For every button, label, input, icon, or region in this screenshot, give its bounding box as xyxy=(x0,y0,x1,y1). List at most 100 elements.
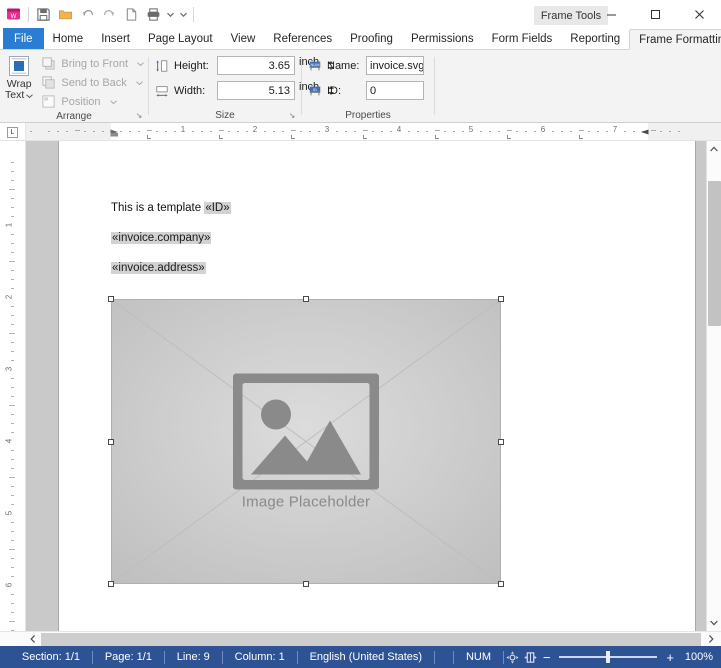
frame-name-input[interactable]: invoice.svgim xyxy=(366,56,424,75)
resize-handle-top-right[interactable] xyxy=(498,296,504,302)
resize-handle-bottom-center[interactable] xyxy=(303,581,309,587)
tab-permissions[interactable]: Permissions xyxy=(402,28,483,49)
status-page[interactable]: Page: 1/1 xyxy=(93,646,164,668)
vertical-ruler[interactable]: 1 2 3 4 5 6 xyxy=(0,141,26,631)
height-input[interactable]: 3.65 xyxy=(217,56,295,75)
tab-proofing[interactable]: Proofing xyxy=(341,28,402,49)
undo-icon[interactable] xyxy=(76,3,98,25)
status-line[interactable]: Line: 9 xyxy=(165,646,222,668)
arrange-dialog-launcher[interactable]: ↘ xyxy=(134,111,144,121)
tab-form-fields[interactable]: Form Fields xyxy=(483,28,562,49)
zoom-slider[interactable] xyxy=(559,650,658,664)
tab-references[interactable]: References xyxy=(264,28,341,49)
resize-handle-bottom-left[interactable] xyxy=(108,581,114,587)
print-dropdown-icon[interactable] xyxy=(164,3,177,25)
ruler-track[interactable]: 1 2 3 4 5 6 7 xyxy=(26,123,721,140)
customize-qat-icon[interactable] xyxy=(177,3,190,25)
tab-home[interactable]: Home xyxy=(44,28,93,49)
application-window: W Frame Tools File Home Insert Page Layo… xyxy=(0,0,721,668)
tab-file[interactable]: File xyxy=(3,28,44,49)
tab-view[interactable]: View xyxy=(222,28,265,49)
status-num-lock[interactable]: NUM xyxy=(454,646,503,668)
ruler-tick xyxy=(11,594,14,595)
merge-field-id[interactable]: «ID» xyxy=(204,202,231,214)
ruler-tab-stop[interactable] xyxy=(507,135,511,139)
position-button[interactable]: Position xyxy=(37,92,148,111)
ruler-tab-stop[interactable] xyxy=(219,135,223,139)
frame-name-icon: NUM xyxy=(309,61,321,70)
open-folder-icon[interactable] xyxy=(54,3,76,25)
height-label: Height: xyxy=(174,59,209,72)
size-dialog-launcher[interactable]: ↘ xyxy=(287,111,297,121)
tab-insert[interactable]: Insert xyxy=(92,28,139,49)
wrap-text-button[interactable]: Wrap Text xyxy=(5,53,34,101)
merge-field-company[interactable]: «invoice.company» xyxy=(111,232,212,244)
image-frame[interactable]: Image Placeholder xyxy=(108,296,504,587)
toolbar-separator xyxy=(28,6,29,22)
resize-handle-top-left[interactable] xyxy=(108,296,114,302)
scroll-up-button[interactable] xyxy=(707,141,721,157)
save-icon[interactable] xyxy=(32,3,54,25)
vertical-scroll-thumb[interactable] xyxy=(708,181,721,326)
new-document-icon[interactable] xyxy=(120,3,142,25)
frame-id-input[interactable]: 0 xyxy=(366,81,424,100)
scroll-right-button[interactable] xyxy=(704,631,718,647)
fit-page-icon[interactable] xyxy=(504,651,522,664)
zoom-slider-knob[interactable] xyxy=(606,651,611,663)
horizontal-scroll-thumb[interactable] xyxy=(41,633,701,646)
ruler-tick xyxy=(11,315,14,316)
resize-handle-middle-left[interactable] xyxy=(108,438,114,445)
right-indent-marker[interactable] xyxy=(640,126,649,138)
scroll-left-button[interactable] xyxy=(26,631,40,647)
resize-handle-bottom-right[interactable] xyxy=(498,581,504,587)
status-section[interactable]: Section: 1/1 xyxy=(10,646,92,668)
resize-handle-top-center[interactable] xyxy=(303,296,309,302)
zoom-level-label[interactable]: 100% xyxy=(677,651,713,663)
scroll-down-button[interactable] xyxy=(707,615,721,631)
document-canvas[interactable]: This is a template «ID» «invoice.company… xyxy=(26,141,706,631)
tab-page-layout[interactable]: Page Layout xyxy=(139,28,222,49)
status-column[interactable]: Column: 1 xyxy=(223,646,297,668)
close-button[interactable] xyxy=(677,0,721,28)
ruler-tab-stop[interactable] xyxy=(291,135,295,139)
merge-field-address[interactable]: «invoice.address» xyxy=(111,262,206,274)
fit-width-icon[interactable] xyxy=(522,651,540,664)
vertical-scrollbar[interactable] xyxy=(706,141,721,631)
app-logo-icon[interactable]: W xyxy=(3,3,25,25)
ruler-tab-stop[interactable] xyxy=(579,135,583,139)
ruler-number: 3 xyxy=(324,125,330,134)
resize-handle-middle-right[interactable] xyxy=(498,438,504,445)
frame-name-value: invoice.svgim xyxy=(370,59,424,72)
print-icon[interactable] xyxy=(142,3,164,25)
send-to-back-button[interactable]: Send to Back xyxy=(37,73,148,92)
document-text-block[interactable]: This is a template «ID» «invoice.company… xyxy=(111,201,591,291)
send-to-back-icon xyxy=(42,76,55,89)
status-language[interactable]: English (United States) xyxy=(298,646,435,668)
maximize-button[interactable] xyxy=(633,0,677,28)
ruler-tab-stop[interactable] xyxy=(147,135,151,139)
redo-icon[interactable] xyxy=(98,3,120,25)
width-input[interactable]: 5.13 xyxy=(217,81,295,100)
zoom-in-button[interactable]: + xyxy=(663,650,677,665)
minimize-button[interactable] xyxy=(589,0,633,28)
ruler-tick xyxy=(11,180,14,181)
ruler-tick xyxy=(669,131,671,132)
ribbon-divider-3 xyxy=(434,57,435,115)
bring-to-front-button[interactable]: Bring to Front xyxy=(37,54,148,73)
horizontal-ruler[interactable]: L 1 2 3 4 5 6 7 xyxy=(0,123,721,141)
ruler-tick xyxy=(11,162,14,163)
zoom-out-button[interactable]: − xyxy=(540,650,554,665)
tab-stop-selector[interactable]: L xyxy=(0,123,26,140)
ruler-tick xyxy=(11,324,14,325)
left-indent-marker[interactable] xyxy=(110,128,119,140)
ruler-tick xyxy=(9,621,15,622)
ruler-tab-stop[interactable] xyxy=(435,135,439,139)
ruler-tab-stop[interactable] xyxy=(363,135,367,139)
tab-frame-formatting[interactable]: Frame Formatting xyxy=(629,29,721,50)
tab-reporting[interactable]: Reporting xyxy=(561,28,629,49)
horizontal-scrollbar[interactable] xyxy=(0,631,721,646)
ruler-tick xyxy=(417,131,419,132)
frame-id-icon: ID xyxy=(309,86,321,95)
ruler-tick xyxy=(30,131,32,132)
document-page[interactable]: This is a template «ID» «invoice.company… xyxy=(59,141,695,631)
